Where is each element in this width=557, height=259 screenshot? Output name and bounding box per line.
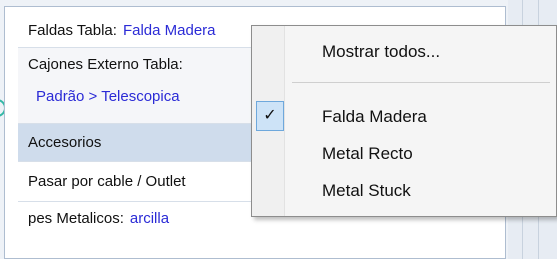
menu-item-label: Falda Madera [322,107,427,126]
menu-item-falda-madera[interactable]: ✓ Falda Madera [252,99,556,135]
property-value[interactable]: Falda Madera [123,22,216,39]
menu-item-metal-recto[interactable]: Metal Recto [252,136,556,172]
property-label: Pasar por cable / Outlet [28,173,186,190]
menu-item-show-all[interactable]: Mostrar todos... [252,34,556,70]
checkmark-icon: ✓ [256,101,284,131]
property-label: Cajones Externo Tabla: [28,56,183,73]
menu-separator [292,82,550,83]
property-value[interactable]: Padrão > Telescopica [36,88,180,105]
menu-item-label: Metal Stuck [322,181,411,200]
property-label: Faldas Tabla: [28,22,117,39]
menu-item-label: Mostrar todos... [322,42,441,61]
property-label: pes Metalicos: [28,210,124,227]
property-label: Accesorios [28,134,102,151]
property-value[interactable]: arcilla [130,210,169,227]
menu-item-label: Metal Recto [322,144,413,163]
menu-item-metal-stuck[interactable]: Metal Stuck [252,173,556,209]
context-menu: Mostrar todos... ✓ Falda Madera Metal Re… [251,25,557,217]
